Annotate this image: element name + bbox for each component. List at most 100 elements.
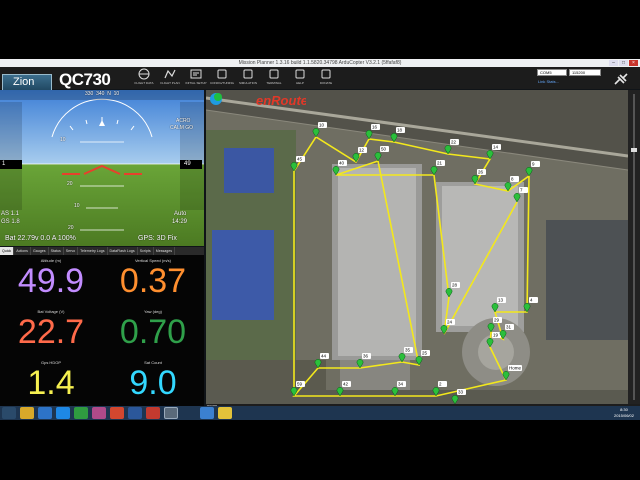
waypoint-label: 19 [493,333,499,338]
flight-plan-icon [164,69,176,79]
quick-value: 22.7 [17,313,85,351]
altitude-readout: 49 [184,161,191,167]
folder-icon[interactable] [218,407,232,419]
plug-connect-icon[interactable] [613,72,629,86]
ie-icon[interactable] [38,407,52,419]
waypoint-label: 45 [297,157,303,162]
quick-value: 49.9 [17,262,85,300]
toolbar-button-donate[interactable]: DONATE [314,68,338,88]
baud-select[interactable]: 115200 [569,69,601,76]
gps-status: GPS: 3D Fix [138,235,177,242]
powerpoint-icon[interactable] [110,407,124,419]
waypoint-label: 22 [451,140,457,145]
overlay-title: QC730 [59,70,111,89]
excel-icon[interactable] [74,407,88,419]
flight-mode: Auto [174,211,187,217]
quick-item[interactable]: Bat Voltage (V) 22.7 [0,306,102,357]
zoom-slider[interactable] [628,90,640,404]
waypoint-label: 34 [398,382,404,387]
waypoint-label: 26 [478,170,484,175]
app-icon[interactable] [200,407,214,419]
ekf-status: CALM GO [170,125,194,131]
terminal-icon [269,69,279,79]
explorer-icon[interactable] [20,407,34,419]
quick-item[interactable]: Vertical Speed (m/s) 0.37 [102,255,204,306]
toolbar-label: DONATE [319,81,333,85]
toolbar-button-terminal[interactable]: TERMINAL [262,68,286,88]
media-icon[interactable] [56,407,70,419]
map-view[interactable]: 45 10 12 16 18 40 50 21 22 14 8 26 9 7 28 24 13 4 19 29 31 44… [206,90,628,404]
armed-status: ACRO [176,118,191,124]
close-button[interactable]: × [629,60,638,66]
window-title: Mission Planner 1.3.16 build 1.1.5820.34… [238,60,402,66]
waypoint-label: 18 [397,128,403,133]
quick-item[interactable]: Gps HDOP 1.4 [0,357,102,408]
toolbar-button-flight-plan[interactable]: FLIGHT PLAN [158,68,182,88]
enroute-logo: enRoute [210,93,306,108]
quick-value: 0.37 [119,262,187,300]
toolbar-button-help[interactable]: HELP [288,68,312,88]
title-bar: Mission Planner 1.3.16 build 1.1.5820.34… [0,59,640,67]
tab-dataflash-logs[interactable]: DataFlash Logs [108,247,138,255]
pdf-icon[interactable] [146,407,160,419]
waypoint-label: 59 [297,382,303,387]
compass-tape: 330 340 N 10 [85,91,120,97]
tab-servo[interactable]: Servo [64,247,79,255]
tab-quick[interactable]: Quick [0,247,15,255]
flight-data-icon [138,68,150,80]
mission-planner-task-icon[interactable] [164,407,178,419]
airspeed-label: AS 1.1 [1,211,20,217]
waypoint-label: 40 [339,161,345,166]
waypoint-label: 31 [506,325,512,330]
minimize-button[interactable]: – [609,60,618,66]
zoom-scrollbar[interactable] [628,90,640,404]
link-stats-link[interactable]: Link Stats... [538,79,559,84]
waypoint-label: 36 [363,354,369,359]
system-clock[interactable]: 8:30 2015/06/02 [614,407,634,419]
maximize-button[interactable]: □ [619,60,628,66]
pitch-label: 10 [60,137,66,143]
tab-status[interactable]: Status [49,247,64,255]
brand-name: Zion [13,76,35,88]
quick-value: 0.70 [119,313,187,351]
waypoint-label: 42 [343,382,349,387]
hud-display: 330 340 N 10 10 20 10 20 1 49 ACRO CALM … [0,90,204,246]
onenote-icon[interactable] [92,407,106,419]
tab-actions[interactable]: Actions [14,247,31,255]
toolbar-button-simulation[interactable]: SIMULATION [236,68,260,88]
toolbar-button-config-tuning[interactable]: CONFIG/TUNING [210,68,234,88]
tab-gauges[interactable]: Gauges [31,247,49,255]
toolbar-button-initial-setup[interactable]: INITIAL SETUP [184,68,208,88]
quick-item[interactable]: Altitude (m) 49.9 [0,255,102,306]
port-select[interactable]: COM5 [537,69,567,76]
quick-value: 9.0 [129,364,177,402]
tab-messages[interactable]: Messages [154,247,176,255]
waypoint-label: 14 [493,145,499,150]
window-controls: – □ × [609,60,638,66]
quick-view-panel: Altitude (m) 49.9 Vertical Speed (m/s) 0… [0,255,204,408]
quick-value: 1.4 [27,364,75,402]
quick-item[interactable]: Yaw (deg) 0.70 [102,306,204,357]
waypoint-label: 28 [452,283,458,288]
data-tabs: Quick Actions Gauges Status Servo Teleme… [0,247,204,255]
satellite-map[interactable]: 4510121618405021221482697282413 419293144… [206,90,628,404]
windows-taskbar: 8:30 2015/06/02 [0,406,640,420]
waypoint-label: 21 [437,161,443,166]
watermark-text: enRoute [256,93,306,108]
waypoint-label: 13 [498,298,504,303]
start-icon[interactable] [2,407,16,419]
word-icon[interactable] [128,407,142,419]
toolbar-label: INITIAL SETUP [185,81,207,85]
tab-scripts[interactable]: Scripts [138,247,154,255]
pitch-label: 20 [67,181,73,187]
toolbar-label: HELP [296,81,304,85]
quick-item[interactable]: Sat Count 9.0 [102,357,204,408]
help-icon [295,69,305,79]
waypoint-label: 33 [458,390,464,395]
toolbar-label: SIMULATION [238,81,258,85]
toolbar-button-flight-data[interactable]: FLIGHT DATA [132,68,156,88]
initial-setup-icon [190,69,202,79]
tab-telemetry-logs[interactable]: Telemetry Logs [78,247,108,255]
waypoint-label: 35 [405,348,411,353]
waypoint-label: 12 [359,148,365,153]
